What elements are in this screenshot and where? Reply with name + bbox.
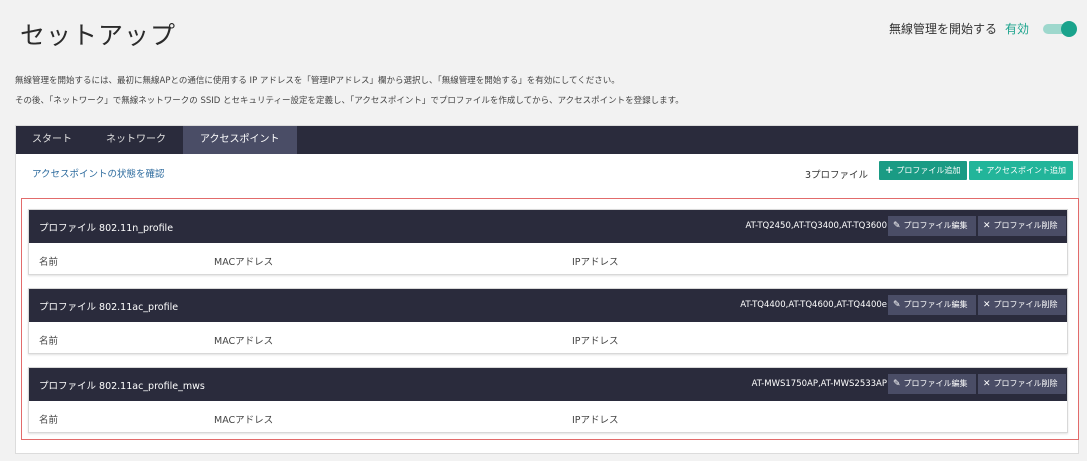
delete-profile-button[interactable]: ✕ プロファイル削除 — [978, 216, 1066, 236]
column-ip-address: IPアドレス — [572, 257, 619, 268]
profile-name: プロファイル 802.11ac_profile_mws — [39, 381, 205, 392]
delete-profile-label: プロファイル削除 — [993, 379, 1058, 388]
add-profile-label: プロファイル追加 — [896, 166, 961, 175]
wireless-management-toggle[interactable] — [1043, 20, 1077, 37]
profile-header: プロファイル 802.11ac_profile_mws AT-MWS1750AP… — [29, 368, 1067, 401]
pencil-icon: ✎ — [893, 379, 901, 389]
wireless-status-text: 有効 — [1004, 22, 1029, 36]
column-ip-address: IPアドレス — [572, 336, 619, 347]
instructions: 無線管理を開始するには、最初に無線APとの通信に使用する IP アドレスを「管理… — [15, 71, 684, 111]
edit-profile-label: プロファイル編集 — [903, 221, 968, 230]
column-ip-address: IPアドレス — [572, 415, 619, 426]
edit-profile-button[interactable]: ✎ プロファイル編集 — [888, 295, 976, 315]
profile-column-headers: 名前 MACアドレス IPアドレス — [29, 322, 1067, 355]
wireless-management-label: 無線管理を開始する — [888, 22, 997, 36]
delete-profile-button[interactable]: ✕ プロファイル削除 — [978, 374, 1066, 394]
profile-name: プロファイル 802.11ac_profile — [39, 302, 179, 313]
tab-start[interactable]: スタート — [16, 126, 89, 154]
add-profile-button[interactable]: + プロファイル追加 — [879, 161, 967, 180]
tab-network[interactable]: ネットワーク — [89, 126, 183, 154]
close-icon: ✕ — [983, 379, 991, 389]
profile-models: AT-TQ2450,AT-TQ3400,AT-TQ3600 — [745, 221, 887, 231]
instructions-line-1: 無線管理を開始するには、最初に無線APとの通信に使用する IP アドレスを「管理… — [15, 76, 620, 86]
profile-card: プロファイル 802.11n_profile AT-TQ2450,AT-TQ34… — [28, 209, 1068, 275]
column-name: 名前 — [39, 257, 59, 268]
tab-bar: スタート ネットワーク アクセスポイント — [16, 126, 1078, 154]
edit-profile-label: プロファイル編集 — [903, 379, 968, 388]
plus-icon: + — [975, 165, 984, 176]
profiles-highlight-frame: プロファイル 802.11n_profile AT-TQ2450,AT-TQ34… — [21, 198, 1079, 440]
edit-profile-button[interactable]: ✎ プロファイル編集 — [888, 374, 976, 394]
close-icon: ✕ — [983, 221, 991, 231]
profile-card: プロファイル 802.11ac_profile_mws AT-MWS1750AP… — [28, 367, 1068, 433]
delete-profile-label: プロファイル削除 — [993, 221, 1058, 230]
delete-profile-label: プロファイル削除 — [993, 300, 1058, 309]
profile-header: プロファイル 802.11n_profile AT-TQ2450,AT-TQ34… — [29, 210, 1067, 243]
plus-icon: + — [885, 165, 894, 176]
column-mac-address: MACアドレス — [214, 415, 274, 426]
add-access-point-button[interactable]: + アクセスポイント追加 — [969, 161, 1073, 180]
wireless-management-control: 無線管理を開始する 有効 — [888, 20, 1077, 37]
edit-profile-button[interactable]: ✎ プロファイル編集 — [888, 216, 976, 236]
pencil-icon: ✎ — [893, 300, 901, 310]
page-title: セットアップ — [20, 21, 177, 50]
profile-count: 3プロファイル — [804, 170, 868, 181]
profile-card: プロファイル 802.11ac_profile AT-TQ4400,AT-TQ4… — [28, 288, 1068, 354]
profile-header: プロファイル 802.11ac_profile AT-TQ4400,AT-TQ4… — [29, 289, 1067, 322]
delete-profile-button[interactable]: ✕ プロファイル削除 — [978, 295, 1066, 315]
access-point-toolbar: アクセスポイントの状態を確認 3プロファイル + プロファイル追加 + アクセスポイ… — [16, 154, 1078, 194]
profile-column-headers: 名前 MACアドレス IPアドレス — [29, 401, 1067, 434]
profile-models: AT-MWS1750AP,AT-MWS2533AP — [751, 379, 887, 389]
column-name: 名前 — [39, 336, 59, 347]
pencil-icon: ✎ — [893, 221, 901, 231]
check-ap-status-link[interactable]: アクセスポイントの状態を確認 — [32, 166, 165, 180]
toggle-knob — [1061, 20, 1077, 37]
profile-name: プロファイル 802.11n_profile — [39, 223, 174, 234]
tab-access-point[interactable]: アクセスポイント — [183, 126, 297, 154]
instructions-line-2: その後、「ネットワーク」で無線ネットワークの SSID とセキュリティー設定を定… — [15, 96, 684, 106]
profile-models: AT-TQ4400,AT-TQ4600,AT-TQ4400e — [740, 300, 887, 310]
close-icon: ✕ — [983, 300, 991, 310]
profile-column-headers: 名前 MACアドレス IPアドレス — [29, 243, 1067, 276]
column-mac-address: MACアドレス — [214, 257, 274, 268]
edit-profile-label: プロファイル編集 — [903, 300, 968, 309]
column-mac-address: MACアドレス — [214, 336, 274, 347]
setup-panel: スタート ネットワーク アクセスポイント アクセスポイントの状態を確認 3プロフ… — [15, 125, 1079, 454]
add-access-point-label: アクセスポイント追加 — [986, 166, 1066, 175]
column-name: 名前 — [39, 415, 59, 426]
